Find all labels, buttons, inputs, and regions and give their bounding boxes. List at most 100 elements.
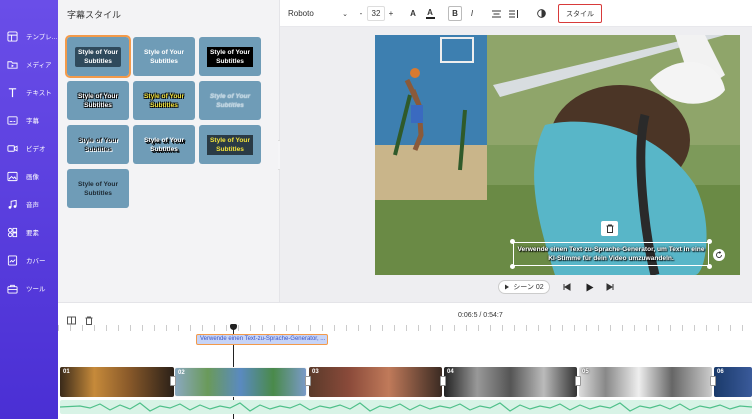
font-size-input[interactable]: 32 [367,6,385,21]
scene-clip-6[interactable]: 06 [714,367,752,397]
video-preview[interactable]: Verwende einen Text-zu-Sprache-Generator… [375,35,740,275]
sidebar-item-templates[interactable]: テンプレ... [0,25,58,47]
style-preview-text: Style of Your Subtitles [143,92,185,109]
sidebar-item-label: テンプレ... [26,34,58,41]
transition-marker[interactable] [305,376,311,386]
font-size-increase-button[interactable]: + [386,6,396,21]
skip-back-icon [563,283,571,291]
subtitle-clip[interactable]: Verwende einen Text-zu-Sprache-Generator… [196,334,328,345]
app-window: テンプレ... メディア テキスト 字幕 ビデオ 画像 音声 要素 カバー ツー… [0,0,752,419]
resize-handle[interactable] [707,264,712,269]
resize-handle[interactable] [510,239,515,244]
template-icon [7,30,18,42]
delete-subtitle-button[interactable] [601,221,618,236]
style-preview-text: Style of Your Subtitles [77,92,119,109]
bold-button[interactable]: B [448,6,462,21]
transition-marker[interactable] [710,376,716,386]
style-preview-text: Style of Your Subtitles [206,134,254,155]
scene-number: 05 [582,369,589,375]
resize-handle[interactable] [510,264,515,269]
video-icon [7,144,18,152]
bold-icon: B [452,9,458,18]
split-button[interactable] [67,312,77,325]
line-spacing-icon [509,9,518,18]
scene-clip-1[interactable]: 01 [60,367,174,397]
sidebar-item-audio[interactable]: 音声 [0,193,58,215]
text-color-button[interactable]: A [406,6,420,21]
subtitle-icon [7,115,18,125]
line-spacing-button[interactable] [507,6,521,21]
sidebar-item-tools[interactable]: ツール [0,277,58,299]
style-card-7[interactable]: Style of Your Subtitles [67,125,129,164]
subtitle-clip-text: Verwende einen Text-zu-Sprache-Generator… [200,336,326,342]
trash-icon [606,224,613,233]
style-card-5[interactable]: Style of Your Subtitles [133,81,195,120]
highlight-color-button[interactable]: A [423,6,437,21]
scene-play-button[interactable]: シーン 02 [498,280,550,294]
scene-number: 02 [178,370,185,376]
chevron-down-icon: ⌄ [342,10,348,18]
sidebar-item-text[interactable]: テキスト [0,81,58,103]
italic-button[interactable]: I [465,6,479,21]
sidebar-item-label: 画像 [26,174,39,181]
scene-number: 03 [312,369,319,375]
style-card-1[interactable]: Style of Your Subtitles [65,35,131,78]
transition-marker[interactable] [575,376,581,386]
style-preview-text: Style of Your Subtitles [206,46,254,67]
style-card-3[interactable]: Style of Your Subtitles [199,37,261,76]
font-size-value: 32 [371,9,381,18]
resize-handle[interactable] [707,239,712,244]
sidebar-item-video[interactable]: ビデオ [0,137,58,159]
subtitle-style-panel: 字幕スタイル Style of Your Subtitles Style of … [58,0,280,302]
transition-marker[interactable] [170,376,176,386]
scene-clip-2[interactable]: 02 [174,367,307,397]
contrast-icon [536,9,546,18]
sidebar-item-label: カバー [26,258,46,265]
style-button[interactable]: スタイル [558,4,602,23]
subtitle-text-box[interactable]: Verwende einen Text-zu-Sprache-Generator… [513,242,709,266]
rotate-icon [716,251,722,258]
sidebar-item-media[interactable]: メディア [0,53,58,75]
font-size-decrease-button[interactable]: - [356,6,366,21]
rotate-handle[interactable] [713,249,725,261]
sidebar-item-label: テキスト [26,90,52,97]
scene-label: シーン 02 [513,284,544,291]
image-icon [7,171,18,181]
play-button[interactable] [583,280,595,294]
cover-icon [7,254,18,266]
next-scene-button[interactable] [604,280,616,294]
sidebar-item-label: メディア [26,62,52,69]
style-preview-text: Style of Your Subtitles [77,180,119,197]
sidebar-item-label: 字幕 [26,118,39,125]
audio-track[interactable] [60,400,752,414]
font-family-select[interactable]: Roboto ⌄ [288,6,348,21]
scene-clip-4[interactable]: 04 [444,367,577,397]
style-card-2[interactable]: Style of Your Subtitles [133,37,195,76]
sidebar-item-subtitles[interactable]: 字幕 [0,109,58,131]
scene-clip-5[interactable]: 05 [579,367,712,397]
style-card-9[interactable]: Style of Your Subtitles [199,125,261,164]
panel-title: 字幕スタイル [67,10,122,20]
scene-clip-3[interactable]: 03 [309,367,442,397]
transition-marker[interactable] [440,376,446,386]
highlight-color-bar [425,16,435,19]
previous-scene-button[interactable] [561,280,573,294]
opacity-button[interactable] [534,6,548,21]
sidebar-item-elements[interactable]: 要素 [0,221,58,243]
style-card-6[interactable]: Style of Your Subtitles [199,81,261,120]
style-preview-text: Style of Your Subtitles [143,48,185,65]
align-center-button[interactable] [489,6,503,21]
trash-icon [85,316,93,325]
delete-clip-button[interactable] [85,312,95,325]
style-preview-text: Style of Your Subtitles [143,136,185,153]
style-card-8[interactable]: Style of Your Subtitles [133,125,195,164]
sidebar-item-label: ツール [26,286,46,293]
subtitle-text: Verwende einen Text-zu-Sprache-Generator… [517,246,705,262]
media-folder-icon [7,60,18,69]
sidebar-item-image[interactable]: 画像 [0,165,58,187]
sidebar-item-cover[interactable]: カバー [0,249,58,271]
font-family-value: Roboto [288,9,314,18]
music-icon [8,199,17,209]
style-card-10[interactable]: Style of Your Subtitles [67,169,129,208]
style-card-4[interactable]: Style of Your Subtitles [67,81,129,120]
